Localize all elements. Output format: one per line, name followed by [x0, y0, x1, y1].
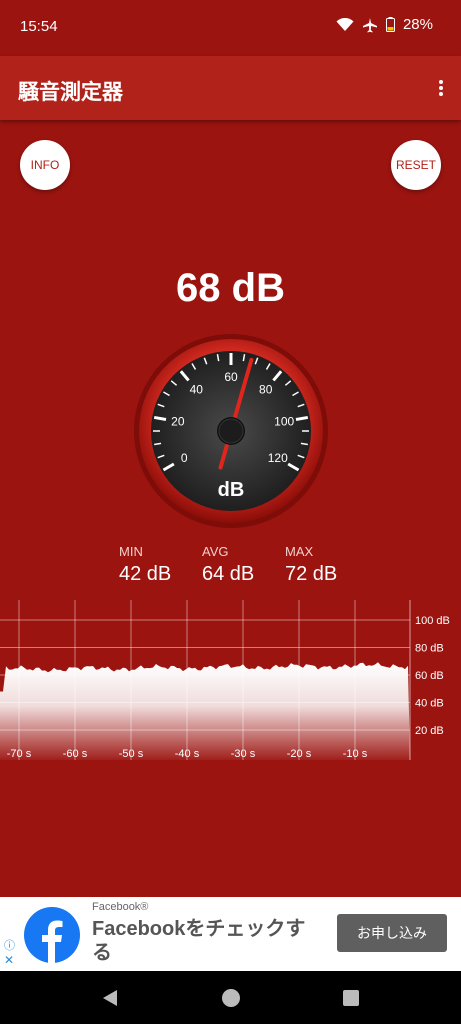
history-x-label: -20 s: [287, 748, 312, 760]
stat-max: MAX 72 dB: [285, 544, 337, 586]
navigation-bar: [0, 971, 461, 1024]
gauge-scale-label: 60: [224, 370, 238, 384]
more-options-icon[interactable]: [435, 78, 447, 98]
stat-min: MIN 42 dB: [119, 544, 171, 586]
stat-max-value: 72 dB: [285, 563, 338, 585]
airplane-icon: [362, 17, 377, 32]
app-bar: 騒音測定器: [0, 56, 461, 120]
stat-max-label: MAX: [285, 544, 314, 559]
gauge-unit: dB: [218, 479, 245, 501]
back-icon[interactable]: [101, 989, 119, 1007]
wifi-icon: [336, 17, 354, 31]
recents-icon[interactable]: [343, 990, 359, 1006]
gauge-scale-label: 80: [259, 383, 273, 397]
app-title: 騒音測定器: [18, 80, 123, 104]
history-x-label: -10 s: [343, 748, 368, 760]
history-y-label: 100 dB: [415, 615, 450, 627]
gauge-scale-label: 40: [190, 383, 204, 397]
history-graph: 100 dB 80 dB 60 dB 40 dB 20 dB -70 s -60 s -50…: [0, 600, 450, 760]
history-x-label: -70 s: [7, 748, 32, 760]
history-x-label: -30 s: [231, 748, 256, 760]
ad-info-icon[interactable]: ⓘ: [4, 937, 15, 953]
current-reading: 68 dB: [176, 266, 285, 310]
status-bar: 15:54 28%: [0, 0, 461, 56]
stat-avg: AVG 64 dB: [202, 544, 254, 586]
ad-sponsor: Facebook®: [92, 901, 149, 913]
stat-min-value: 42 dB: [119, 563, 172, 585]
history-y-label: 60 dB: [415, 670, 444, 682]
gauge-scale-label: 0: [181, 451, 188, 465]
home-icon[interactable]: [221, 988, 241, 1008]
info-button[interactable]: INFO: [20, 140, 70, 190]
ad-cta-button[interactable]: お申し込み: [337, 914, 447, 952]
history-area: [0, 662, 410, 760]
reset-button[interactable]: RESET: [391, 140, 441, 190]
ad-close-icon[interactable]: ✕: [4, 953, 14, 967]
stat-min-label: MIN: [119, 544, 143, 559]
gauge-scale-label: 120: [268, 451, 288, 465]
ad-headline[interactable]: Facebookをチェックする: [92, 917, 322, 965]
battery-percent: 28%: [402, 16, 433, 33]
gauge-tick: [295, 415, 309, 422]
gauge-scale-label: 100: [274, 415, 294, 429]
stat-avg-label: AVG: [202, 544, 229, 559]
history-x-label: -60 s: [63, 748, 88, 760]
gauge-tick: [153, 415, 167, 422]
history-x-label: -50 s: [119, 748, 144, 760]
sound-level-gauge: 0 20 40 60 80 100 120 dB: [134, 334, 328, 528]
battery-icon: [385, 17, 395, 32]
stats-row: MIN 42 dB AVG 64 dB MAX 72 dB: [0, 544, 461, 594]
status-time: 15:54: [20, 18, 58, 35]
history-x-label: -40 s: [175, 748, 200, 760]
history-y-label: 40 dB: [415, 698, 444, 710]
ad-banner[interactable]: ⓘ ✕ Facebook® Facebookをチェックする お申し込み: [0, 897, 461, 971]
history-y-label: 20 dB: [415, 725, 444, 737]
gauge-scale-label: 20: [171, 415, 185, 429]
status-icons: 28%: [336, 16, 433, 33]
history-y-label: 80 dB: [415, 643, 444, 655]
facebook-logo-icon: [24, 907, 80, 963]
stat-avg-value: 64 dB: [202, 563, 255, 585]
